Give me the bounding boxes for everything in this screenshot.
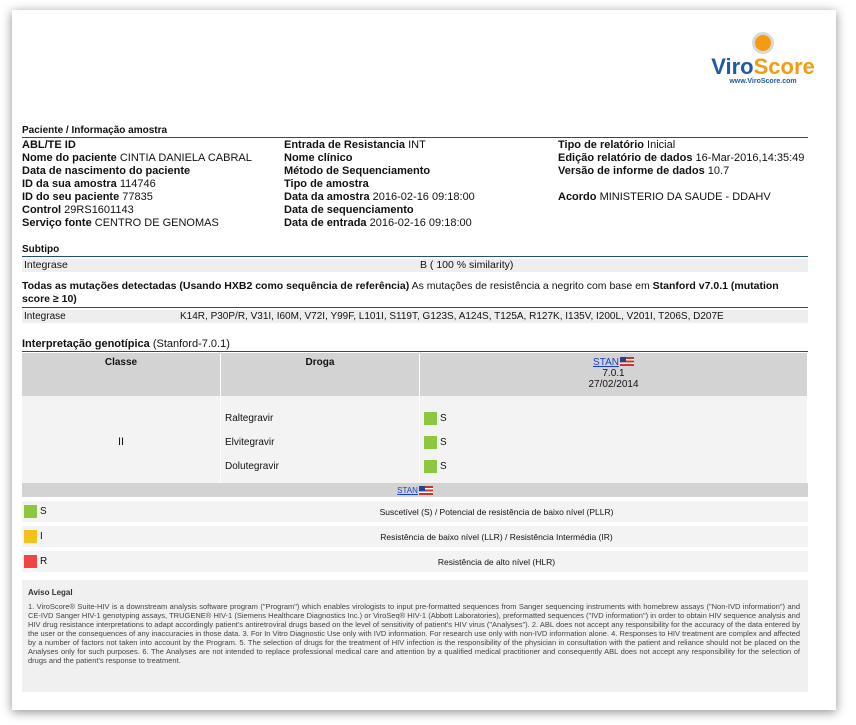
info-row: Data de sequenciamento [284, 204, 414, 216]
drug-class: II [22, 406, 221, 478]
susceptible-square-icon [424, 459, 437, 473]
resistant-square-icon [24, 555, 37, 568]
mutations-gene: Integrase [24, 311, 66, 322]
mutations-list: K14R, P30P/R, V31I, I60M, V72I, Y99F, L1… [180, 311, 724, 322]
drug-result: S [419, 406, 808, 430]
subtype-title: Subtipo [22, 244, 60, 255]
legend-row: R Resistência de alto nível (HLR) [22, 551, 808, 572]
class-column-header: Classe [22, 353, 221, 396]
subtype-gene: Integrase [24, 259, 68, 271]
stan-column-header: STAN 7.0.1 27/02/2014 [419, 353, 808, 396]
patient-col-2: Entrada de Resistancia INT Nome clínico … [284, 139, 475, 230]
genotypic-header: Classe Droga STAN 7.0.1 27/02/2014 [22, 353, 808, 396]
drug-name: Raltegravir [220, 406, 420, 430]
table-row: II Raltegravir S [22, 406, 808, 478]
drug-name: Dolutegravir [220, 454, 420, 478]
info-row: Nome do paciente CINTIA DANIELA CABRAL [22, 152, 252, 164]
viroscore-logo: ViroScore www.ViroScore.com [708, 32, 818, 85]
logo-circle-icon [752, 32, 774, 54]
info-row: Versão de informe de dados 10.7 [558, 165, 730, 177]
info-row: Data da amostra 2016-02-16 09:18:00 [284, 191, 475, 203]
info-row [558, 178, 804, 191]
drug-result: S [419, 454, 808, 478]
logo-brand-b: Score [753, 54, 815, 79]
logo-brand-a: Viro [711, 54, 754, 79]
stan-link[interactable]: STAN [593, 357, 619, 368]
patient-col-1: ABL/TE ID Nome do paciente CINTIA DANIEL… [22, 139, 252, 230]
legend-desc: Resistência de baixo nível (LLR) / Resis… [185, 526, 808, 547]
patient-section-title: Paciente / Informação amostra [22, 125, 168, 136]
intermediate-square-icon [24, 530, 37, 543]
info-row: Serviço fonte CENTRO DE GENOMAS [22, 217, 219, 229]
info-row: ABL/TE ID [22, 139, 76, 151]
mutations-heading: Todas as mutações detectadas (Usando HXB… [22, 280, 779, 305]
stan-date: 27/02/2014 [588, 379, 639, 390]
legend-desc: Suscetível (S) / Potencial de resistênci… [185, 501, 808, 522]
info-row: Nome clínico [284, 152, 353, 164]
genotypic-table: Classe Droga STAN 7.0.1 27/02/2014 II Ra… [22, 353, 808, 484]
patient-col-3: Tipo de relatório Inicial Edição relatór… [558, 139, 804, 204]
info-row: Método de Sequenciamento [284, 165, 431, 177]
susceptible-square-icon [424, 411, 437, 425]
legend-desc: Resistência de alto nível (HLR) [185, 551, 808, 572]
patient-section-rule [22, 137, 808, 138]
info-row: Acordo MINISTERIO DA SAUDE - DDAHV [558, 191, 771, 203]
legal-notice: Aviso Legal 1. ViroScore® Suite-HIV is a… [22, 580, 808, 692]
legend-row: I Resistência de baixo nível (LLR) / Res… [22, 526, 808, 547]
susceptible-square-icon [24, 505, 37, 518]
genotypic-title: Interpretação genotípica (Stanford-7.0.1… [22, 338, 230, 350]
info-row: Entrada de Resistancia INT [284, 139, 426, 151]
spacer-row [22, 396, 808, 406]
subtype-row: Integrase B ( 100 % similarity) [22, 259, 808, 272]
legend-row: S Suscetível (S) / Potencial de resistên… [22, 501, 808, 522]
mutations-rule [22, 307, 808, 308]
info-row: ID do seu paciente 77835 [22, 191, 153, 203]
susceptible-square-icon [424, 435, 437, 449]
legal-body: 1. ViroScore® Suite-HIV is a downstream … [28, 602, 800, 665]
legend-table: STAN S Suscetível (S) / Potencial de res… [22, 483, 808, 572]
info-row: ID da sua amostra 114746 [22, 178, 156, 190]
info-row: Edição relatório de dados 16-Mar-2016,14… [558, 152, 805, 164]
legal-title: Aviso Legal [28, 588, 73, 597]
stan-version: 7.0.1 [602, 368, 625, 379]
us-flag-icon [619, 357, 634, 366]
genotypic-rule [22, 351, 808, 352]
drug-name: Elvitegravir [220, 430, 420, 454]
legend-header: STAN [22, 483, 808, 497]
info-row: Tipo de amostra [284, 178, 369, 190]
us-flag-icon [418, 485, 433, 495]
legend-stan-link[interactable]: STAN [397, 486, 418, 495]
drug-result: S [419, 430, 808, 454]
mutations-row: Integrase K14R, P30P/R, V31I, I60M, V72I… [22, 310, 808, 323]
info-row: Tipo de relatório Inicial [558, 139, 676, 151]
logo-url: www.ViroScore.com [729, 78, 797, 85]
legend-stan-header: STAN [22, 483, 808, 497]
info-row: Data de entrada 2016-02-16 09:18:00 [284, 217, 472, 229]
drug-column-header: Droga [220, 353, 420, 396]
info-row: Data de nascimento do paciente [22, 165, 191, 177]
info-row: Control 29RS1601143 [22, 204, 134, 216]
subtype-rule [22, 256, 808, 257]
subtype-value: B ( 100 % similarity) [420, 259, 514, 271]
